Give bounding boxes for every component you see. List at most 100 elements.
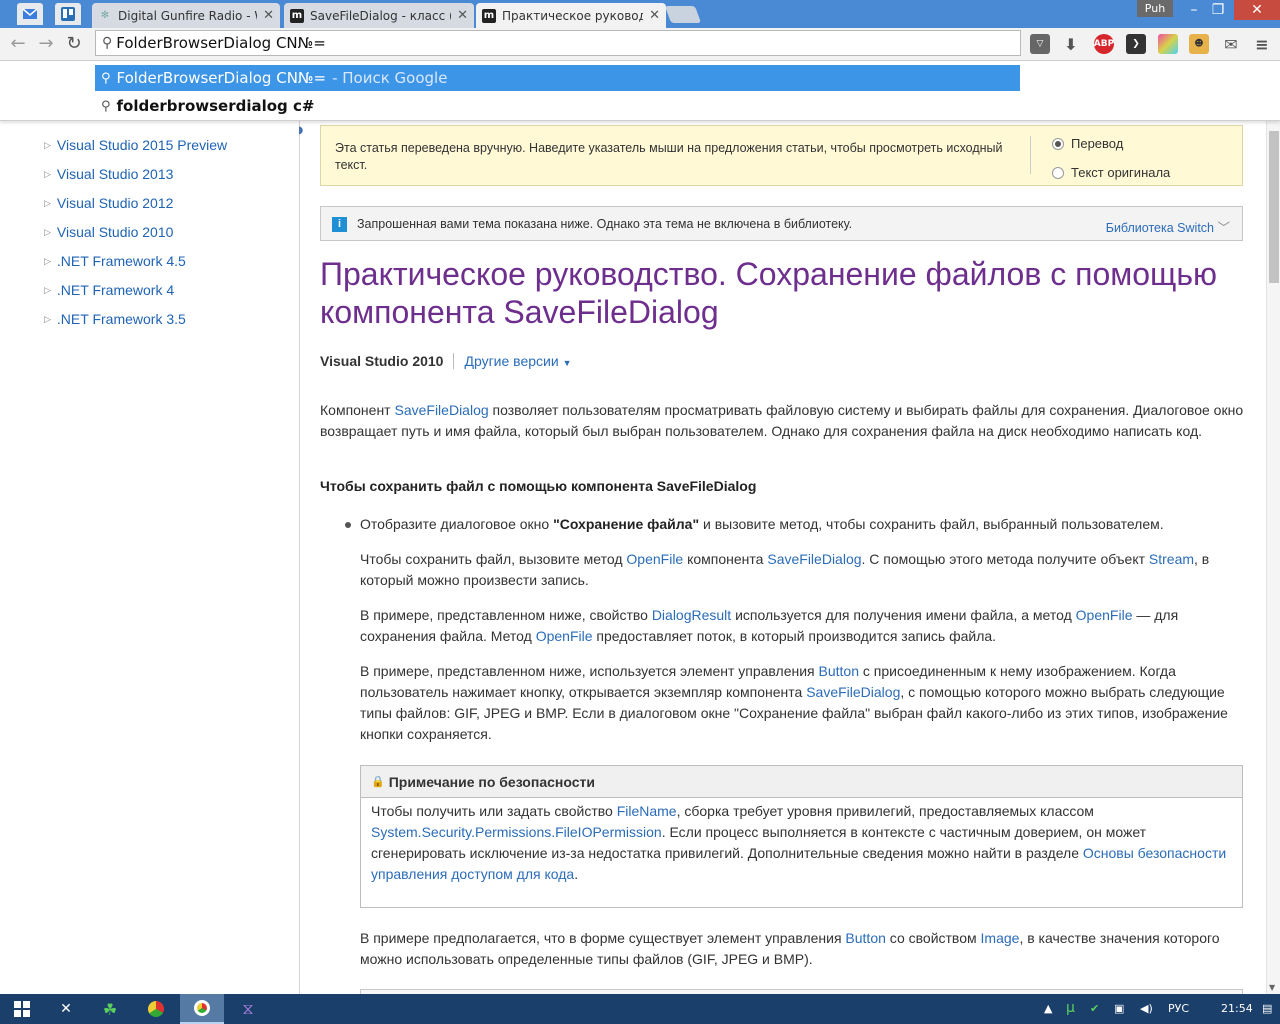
- taskbar-app-chrome[interactable]: [180, 994, 224, 1024]
- clock[interactable]: 21:54: [1221, 1002, 1253, 1015]
- sidebar-item-label: Visual Studio 2013: [56, 166, 174, 182]
- sidebar-item-vs2012[interactable]: ▷ Visual Studio 2012: [44, 195, 173, 211]
- menu-icon[interactable]: ≡: [1252, 34, 1272, 54]
- library-notice-text: Запрошенная вами тема показана ниже. Одн…: [357, 217, 853, 231]
- adblock-icon[interactable]: ABP: [1094, 34, 1114, 54]
- link-openfile[interactable]: OpenFile: [1076, 607, 1133, 623]
- taskbar-app-visual-studio[interactable]: ⧖: [226, 994, 270, 1024]
- scroll-down-arrow-icon[interactable]: ▼: [1269, 983, 1275, 992]
- vertical-scrollbar[interactable]: ▼: [1266, 121, 1280, 994]
- chevron-right-icon: ▷: [44, 139, 51, 150]
- windows-logo-icon: [14, 1001, 30, 1017]
- link-fileiopermission[interactable]: System.Security.Permissions.FileIOPermis…: [371, 824, 662, 840]
- radio-translation[interactable]: Перевод: [1052, 136, 1123, 151]
- face-icon[interactable]: ☻: [1189, 34, 1209, 54]
- evernote-icon[interactable]: ❯: [1126, 34, 1146, 54]
- mail-icon[interactable]: ✉: [1221, 34, 1241, 54]
- tab-savefiledialog[interactable]: m SaveFileDialog - класс (Sy ✕: [284, 3, 474, 28]
- link-savefiledialog[interactable]: SaveFileDialog: [806, 684, 900, 700]
- new-tab-button[interactable]: [664, 6, 702, 23]
- chevron-right-icon: ▷: [44, 284, 51, 295]
- volume-icon[interactable]: ◀): [1140, 1002, 1153, 1015]
- taskbar-app-clover[interactable]: ☘: [88, 994, 132, 1024]
- sidebar-item-label: Visual Studio 2010: [56, 224, 174, 240]
- text: Чтобы сохранить файл, вызовите метод: [360, 551, 627, 567]
- address-input[interactable]: [116, 34, 997, 52]
- reload-icon[interactable]: ↻: [62, 32, 86, 56]
- start-button[interactable]: [0, 994, 44, 1024]
- taskbar-app-chrome-gray[interactable]: [134, 994, 178, 1024]
- windows-taskbar: ✕ ☘ ⧖ ▲ µ ✔ ▣ ◀) РУС 21:54 ▤: [0, 994, 1280, 1024]
- close-icon[interactable]: ✕: [649, 8, 660, 23]
- link-savefiledialog[interactable]: SaveFileDialog: [767, 551, 861, 567]
- chevron-right-icon: ▷: [44, 226, 51, 237]
- back-arrow-icon[interactable]: ←: [6, 32, 30, 56]
- text: компонента: [683, 551, 768, 567]
- restore-button[interactable]: ❐: [1203, 0, 1233, 20]
- visual-studio-icon: ⧖: [242, 999, 254, 1018]
- page-title: Практическое руководство. Сохранение фай…: [320, 256, 1218, 330]
- link-button[interactable]: Button: [845, 930, 885, 946]
- address-bar[interactable]: ⚲: [95, 30, 1021, 56]
- clover-icon: ☘: [102, 999, 118, 1019]
- scrollbar-thumb[interactable]: [1269, 131, 1279, 283]
- network-icon[interactable]: ▣: [1114, 1002, 1124, 1015]
- link-dialogresult[interactable]: DialogResult: [652, 607, 731, 623]
- chrome-icon: [148, 1001, 164, 1017]
- divider: [453, 353, 455, 369]
- sidebar-item-vs2015[interactable]: ▷ Visual Studio 2015 Preview: [44, 137, 227, 153]
- close-icon[interactable]: ✕: [263, 8, 274, 23]
- suggestion-item[interactable]: ⚲ folderbrowserdialog c#: [95, 93, 1020, 119]
- sidebar-item-vs2013[interactable]: ▷ Visual Studio 2013: [44, 166, 173, 182]
- library-switch-link[interactable]: Библиотека Switch ﹀: [1106, 217, 1230, 236]
- link-image[interactable]: Image: [981, 930, 1020, 946]
- link-filename[interactable]: FileName: [617, 803, 677, 819]
- notifications-icon[interactable]: ▤: [1262, 1002, 1272, 1015]
- forward-arrow-icon[interactable]: →: [34, 32, 58, 56]
- gear-radio-icon: ✻: [100, 10, 110, 21]
- language-indicator[interactable]: РУС: [1168, 1002, 1189, 1015]
- suggestion-text: folderbrowserdialog c#: [116, 97, 315, 115]
- sidebar-item-net35[interactable]: ▷ .NET Framework 3.5: [44, 311, 186, 327]
- taskbar-app-x[interactable]: ✕: [44, 994, 88, 1024]
- close-window-button[interactable]: ✕: [1234, 0, 1280, 20]
- link-openfile[interactable]: OpenFile: [536, 628, 593, 644]
- text: Компонент: [320, 402, 395, 418]
- sidebar-item-label: .NET Framework 4: [56, 282, 175, 298]
- radio-original[interactable]: Текст оригинала: [1052, 165, 1170, 180]
- suggestion-selected[interactable]: ⚲ FolderBrowserDialog CN№= - Поиск Googl…: [95, 65, 1020, 91]
- sidebar-item-label: Visual Studio 2015 Preview: [56, 137, 228, 153]
- close-icon[interactable]: ✕: [457, 8, 468, 23]
- chevron-down-icon: ﹀: [1217, 221, 1230, 235]
- other-versions-link[interactable]: Другие версии ▼: [464, 353, 571, 369]
- utorrent-icon[interactable]: µ: [1066, 1000, 1075, 1016]
- search-icon: ⚲: [101, 70, 111, 86]
- tray-app-icon[interactable]: ✔: [1090, 1002, 1099, 1015]
- pinned-tab-trello[interactable]: [55, 3, 81, 25]
- download-icon[interactable]: ⬇: [1061, 34, 1081, 54]
- text: В примере предполагается, что в форме су…: [360, 930, 846, 946]
- tray-expand-icon[interactable]: ▲: [1044, 1002, 1052, 1015]
- radio-dot: [1052, 137, 1064, 150]
- msdn-icon: m: [482, 8, 496, 23]
- trello-icon: [61, 7, 75, 21]
- link-openfile[interactable]: OpenFile: [626, 551, 683, 567]
- tab-title: SaveFileDialog - класс (Sy: [310, 8, 451, 23]
- pinned-tab-mail[interactable]: [17, 3, 43, 25]
- sidebar-item-net4[interactable]: ▷ .NET Framework 4: [44, 282, 174, 298]
- tab-active-guide[interactable]: m Практическое руководст ✕: [476, 3, 666, 28]
- msdn-icon: m: [290, 8, 304, 23]
- chevron-right-icon: ▷: [44, 197, 51, 208]
- tab-title: Практическое руководст: [502, 8, 644, 23]
- link-stream[interactable]: Stream: [1149, 551, 1194, 567]
- link-button[interactable]: Button: [819, 663, 859, 679]
- profile-button[interactable]: Puh: [1137, 0, 1173, 17]
- sidebar-item-net45[interactable]: ▷ .NET Framework 4.5: [44, 253, 186, 269]
- tab-digital-gunfire[interactable]: ✻ Digital Gunfire Radio - We ✕: [92, 3, 280, 28]
- text: В примере, представленном ниже, использу…: [360, 663, 819, 679]
- pocket-icon[interactable]: ▽: [1030, 34, 1050, 54]
- sidebar-item-vs2010[interactable]: ▷ Visual Studio 2010: [44, 224, 173, 240]
- link-savefiledialog[interactable]: SaveFileDialog: [394, 402, 488, 418]
- chevron-right-icon: ▷: [44, 313, 51, 324]
- gradient-icon[interactable]: [1158, 34, 1178, 54]
